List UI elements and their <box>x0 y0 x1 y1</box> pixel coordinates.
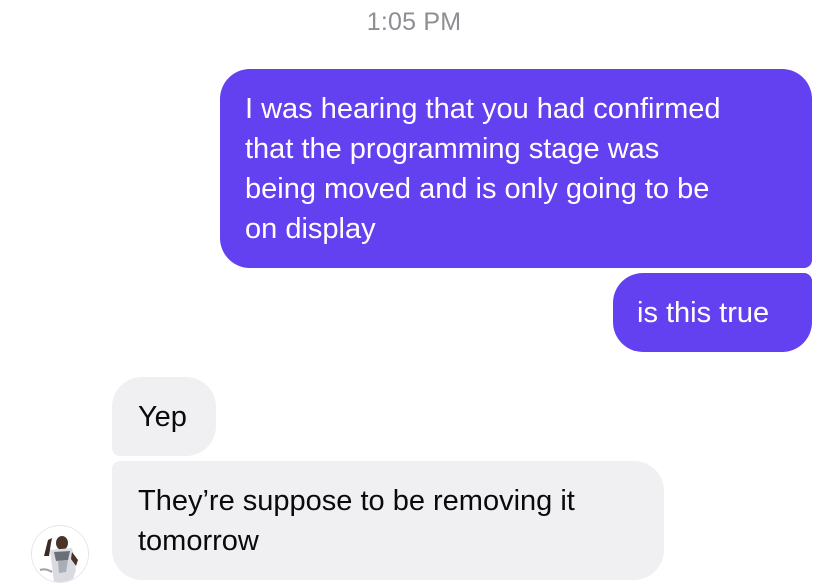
message-text-line: tomorrow <box>138 525 259 557</box>
message-text-line: on display <box>245 213 376 245</box>
message-timestamp: 1:05 PM <box>366 8 462 36</box>
outgoing-message-bubble[interactable]: is this true <box>613 273 812 352</box>
message-text-line: being moved and is only going to be <box>245 173 710 205</box>
chat-thread[interactable]: 1:05 PM I was hearing that you had confi… <box>0 0 828 588</box>
incoming-message-bubble[interactable]: They’re suppose to be removing it tomorr… <box>112 461 664 580</box>
contact-avatar-icon <box>32 526 88 582</box>
contact-avatar[interactable] <box>32 526 88 582</box>
message-text-line: I was hearing that you had confirmed <box>245 93 721 125</box>
message-text-line: is this true <box>637 297 770 329</box>
message-text-line: that the programming stage was <box>245 133 660 165</box>
outgoing-message-bubble[interactable]: I was hearing that you had confirmed tha… <box>220 69 812 268</box>
incoming-message-bubble[interactable]: Yep <box>112 377 216 456</box>
message-text-line: Yep <box>138 401 187 433</box>
message-text-line: They’re suppose to be removing it <box>138 485 575 517</box>
